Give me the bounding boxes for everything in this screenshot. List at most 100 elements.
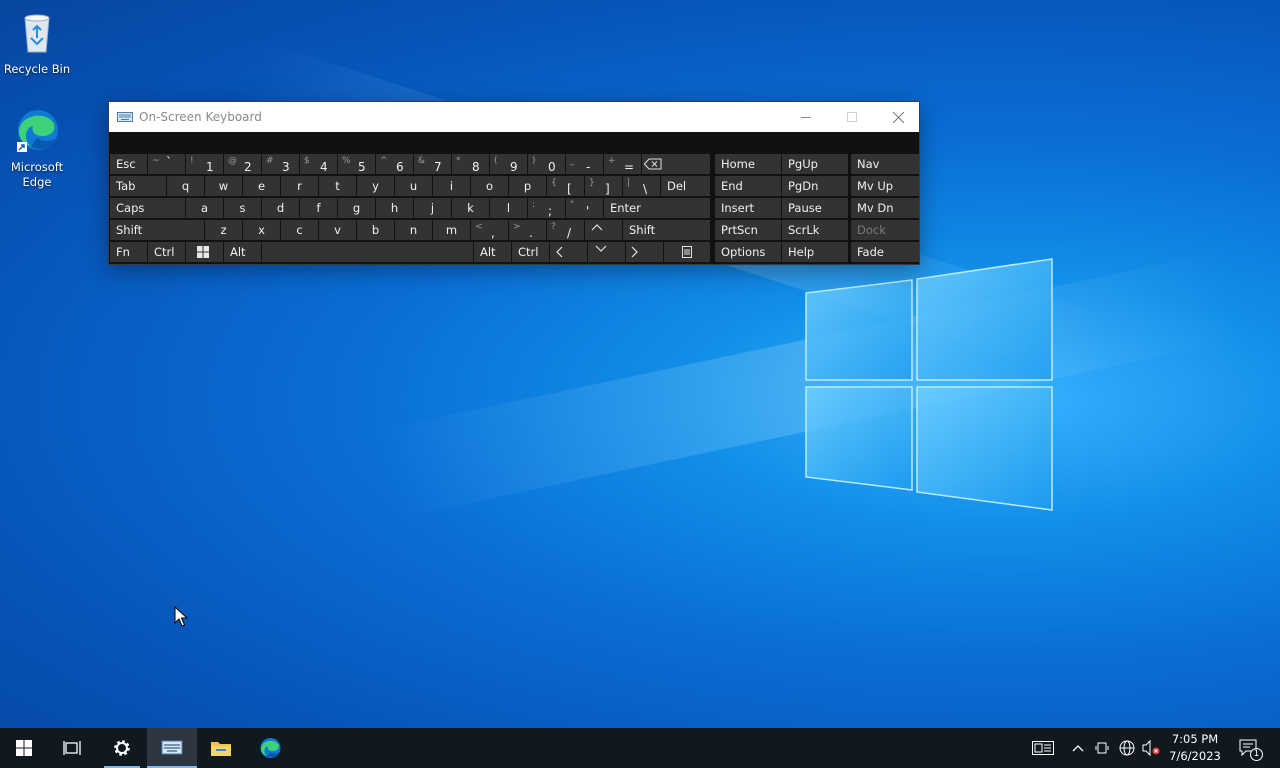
key-1[interactable]: ! 1	[186, 154, 223, 174]
key-y[interactable]: y	[357, 176, 394, 196]
key-q[interactable]: q	[167, 176, 204, 196]
key-period[interactable]: >.	[509, 220, 546, 240]
key-shift-right[interactable]: Shift	[623, 220, 710, 240]
show-hidden-icons-button[interactable]	[1068, 728, 1088, 768]
key-i[interactable]: i	[433, 176, 470, 196]
key-esc[interactable]: Esc	[110, 154, 147, 174]
key-s[interactable]: s	[224, 198, 261, 218]
key-pause[interactable]: Pause	[782, 198, 848, 218]
key-c[interactable]: c	[281, 220, 318, 240]
key-options[interactable]: Options	[715, 242, 781, 262]
key-arrow-down[interactable]	[588, 242, 625, 262]
key-minus[interactable]: _ -	[566, 154, 603, 174]
key-open-bracket[interactable]: {[	[547, 176, 584, 196]
key-4[interactable]: $4	[300, 154, 337, 174]
notifications-button[interactable]: 1	[1234, 728, 1264, 768]
key-p[interactable]: p	[509, 176, 546, 196]
key-scrlk[interactable]: ScrLk	[782, 220, 848, 240]
key-arrow-right[interactable]	[626, 242, 663, 262]
clock-button[interactable]: 7:05 PM 7/6/2023	[1160, 731, 1230, 765]
key-prtscn[interactable]: PrtScn	[715, 220, 781, 240]
key-7[interactable]: & 7	[414, 154, 451, 174]
key-backspace[interactable]	[642, 154, 710, 174]
file-explorer-button[interactable]	[197, 728, 245, 768]
key-m[interactable]: m	[433, 220, 470, 240]
key-equals[interactable]: + =	[604, 154, 641, 174]
key-g[interactable]: g	[338, 198, 375, 218]
key-u[interactable]: u	[395, 176, 432, 196]
key-x[interactable]: x	[243, 220, 280, 240]
key-enter[interactable]: Enter	[604, 198, 710, 218]
key-nav[interactable]: Nav	[851, 154, 919, 174]
key-r[interactable]: r	[281, 176, 318, 196]
key-l[interactable]: l	[490, 198, 527, 218]
key-f[interactable]: f	[300, 198, 337, 218]
key-5[interactable]: % 5	[338, 154, 375, 174]
key-end[interactable]: End	[715, 176, 781, 196]
key-2[interactable]: @2	[224, 154, 261, 174]
key-slash[interactable]: ? /	[547, 220, 584, 240]
key-3[interactable]: #3	[262, 154, 299, 174]
key-mv-up[interactable]: Mv Up	[851, 176, 919, 196]
key-0[interactable]: ) 0	[528, 154, 565, 174]
key-fade[interactable]: Fade	[851, 242, 919, 262]
key-e[interactable]: e	[243, 176, 280, 196]
settings-taskbar-button[interactable]	[98, 728, 146, 768]
key-fn[interactable]: Fn	[110, 242, 147, 262]
key-space[interactable]	[262, 242, 473, 262]
desktop-icon-edge[interactable]: Microsoft Edge	[1, 106, 73, 190]
key-shift-left[interactable]: Shift	[110, 220, 204, 240]
key-v[interactable]: v	[319, 220, 356, 240]
key-pgup[interactable]: PgUp	[782, 154, 848, 174]
task-view-button[interactable]	[48, 728, 96, 768]
key-9[interactable]: (9	[490, 154, 527, 174]
key-n[interactable]: n	[395, 220, 432, 240]
key-a[interactable]: a	[186, 198, 223, 218]
key-w[interactable]: w	[205, 176, 242, 196]
key-backtick[interactable]: ~ `	[148, 154, 185, 174]
edge-taskbar-button[interactable]	[246, 728, 294, 768]
key-menu[interactable]	[664, 242, 710, 262]
key-8[interactable]: * 8	[452, 154, 489, 174]
key-arrow-up[interactable]	[585, 220, 622, 240]
key-b[interactable]: b	[357, 220, 394, 240]
key-arrow-left[interactable]	[550, 242, 587, 262]
key-6[interactable]: ^ 6	[376, 154, 413, 174]
key-t[interactable]: t	[319, 176, 356, 196]
key-close-bracket[interactable]: }]	[585, 176, 622, 196]
title-bar[interactable]: On-Screen Keyboard	[109, 102, 919, 132]
key-k[interactable]: k	[452, 198, 489, 218]
key-comma[interactable]: <,	[471, 220, 508, 240]
device-tray-button[interactable]	[1092, 728, 1112, 768]
key-ctrl-right[interactable]: Ctrl	[512, 242, 549, 262]
key-z[interactable]: z	[205, 220, 242, 240]
maximize-button[interactable]	[829, 102, 875, 132]
key-h[interactable]: h	[376, 198, 413, 218]
on-screen-keyboard-window[interactable]: On-Screen Keyboard Esc ~ ` ! 1 @2 #3 $4 % 5…	[108, 101, 920, 265]
desktop-icon-recycle-bin[interactable]: Recycle Bin	[1, 8, 73, 77]
key-tab[interactable]: Tab	[110, 176, 166, 196]
key-del[interactable]: Del	[661, 176, 710, 196]
key-ctrl-left[interactable]: Ctrl	[148, 242, 185, 262]
key-o[interactable]: o	[471, 176, 508, 196]
key-alt-left[interactable]: Alt	[224, 242, 261, 262]
minimize-button[interactable]	[783, 102, 829, 132]
key-pgdn[interactable]: PgDn	[782, 176, 848, 196]
key-insert[interactable]: Insert	[715, 198, 781, 218]
key-help[interactable]: Help	[782, 242, 848, 262]
start-button[interactable]	[0, 728, 48, 768]
key-backslash[interactable]: | \	[623, 176, 660, 196]
key-j[interactable]: j	[414, 198, 451, 218]
close-button[interactable]	[875, 102, 921, 132]
key-caps[interactable]: Caps	[110, 198, 185, 218]
key-mv-dn[interactable]: Mv Dn	[851, 198, 919, 218]
key-alt-right[interactable]: Alt	[474, 242, 511, 262]
key-quote[interactable]: " '	[566, 198, 603, 218]
key-semicolon[interactable]: :;	[528, 198, 565, 218]
volume-button[interactable]	[1140, 728, 1162, 768]
news-widget-button[interactable]	[1028, 728, 1058, 768]
key-home[interactable]: Home	[715, 154, 781, 174]
key-d[interactable]: d	[262, 198, 299, 218]
network-button[interactable]	[1116, 728, 1138, 768]
osk-taskbar-button[interactable]	[147, 728, 197, 768]
